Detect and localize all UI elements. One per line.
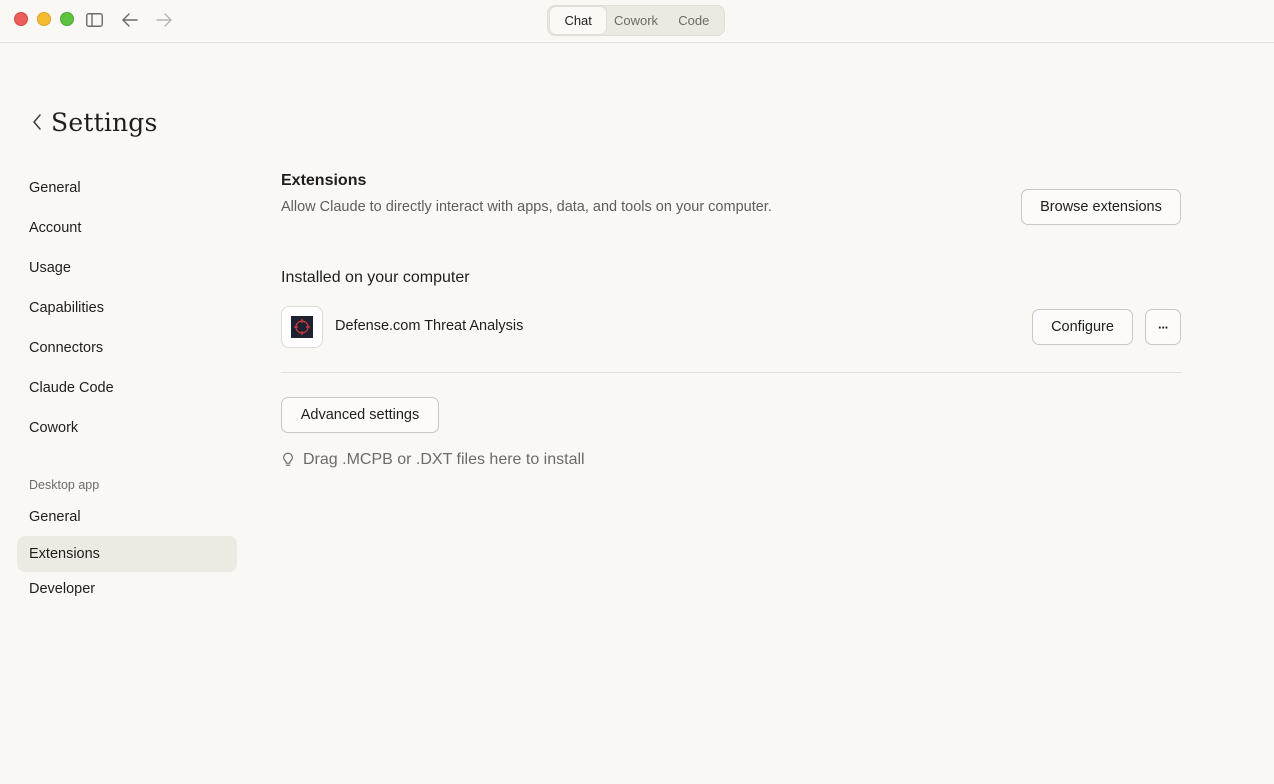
arrow-right-icon[interactable]	[154, 10, 174, 30]
sidebar-item-general[interactable]: General	[17, 170, 237, 206]
extension-logo	[281, 306, 323, 348]
sidebar-item-account[interactable]: Account	[17, 210, 237, 246]
lightbulb-icon	[281, 451, 295, 469]
close-window-button[interactable]	[14, 12, 28, 26]
sidebar-item-developer[interactable]: Developer	[17, 571, 237, 607]
chevron-left-icon[interactable]	[28, 112, 46, 132]
target-icon	[291, 316, 313, 338]
page-title: Settings	[51, 107, 158, 137]
tab-code[interactable]: Code	[666, 7, 722, 34]
zoom-window-button[interactable]	[60, 12, 74, 26]
sidebar-item-usage[interactable]: Usage	[17, 250, 237, 286]
sidebar-item-desktop-general[interactable]: General	[17, 499, 237, 535]
minimize-window-button[interactable]	[37, 12, 51, 26]
sidebar-item-cowork[interactable]: Cowork	[17, 410, 237, 446]
installed-heading: Installed on your computer	[281, 269, 470, 286]
browse-extensions-button[interactable]: Browse extensions	[1021, 189, 1181, 225]
section-title: Extensions	[281, 172, 367, 189]
sidebar-toggle-icon[interactable]	[84, 10, 104, 30]
sidebar-item-connectors[interactable]: Connectors	[17, 330, 237, 366]
divider	[281, 372, 1181, 373]
mode-switch: Chat Cowork Code	[547, 5, 725, 36]
page-header: Settings	[28, 104, 158, 140]
title-bar: Chat Cowork Code	[0, 0, 1274, 43]
tab-chat[interactable]: Chat	[550, 7, 607, 34]
sidebar-item-capabilities[interactable]: Capabilities	[17, 290, 237, 326]
configure-button[interactable]: Configure	[1032, 309, 1133, 345]
tab-cowork[interactable]: Cowork	[606, 7, 665, 34]
drag-hint-text: Drag .MCPB or .DXT files here to install	[303, 451, 585, 468]
extension-name: Defense.com Threat Analysis	[335, 318, 524, 334]
sidebar-section-label: Desktop app	[29, 478, 100, 492]
section-description: Allow Claude to directly interact with a…	[281, 199, 772, 215]
sidebar-item-claude-code[interactable]: Claude Code	[17, 370, 237, 406]
arrow-left-icon[interactable]	[120, 10, 140, 30]
advanced-settings-button[interactable]: Advanced settings	[281, 397, 439, 433]
drop-zone-hint: Drag .MCPB or .DXT files here to install	[281, 451, 585, 469]
sidebar-item-extensions[interactable]: Extensions	[17, 536, 237, 572]
more-options-button[interactable]: ···	[1145, 309, 1181, 345]
